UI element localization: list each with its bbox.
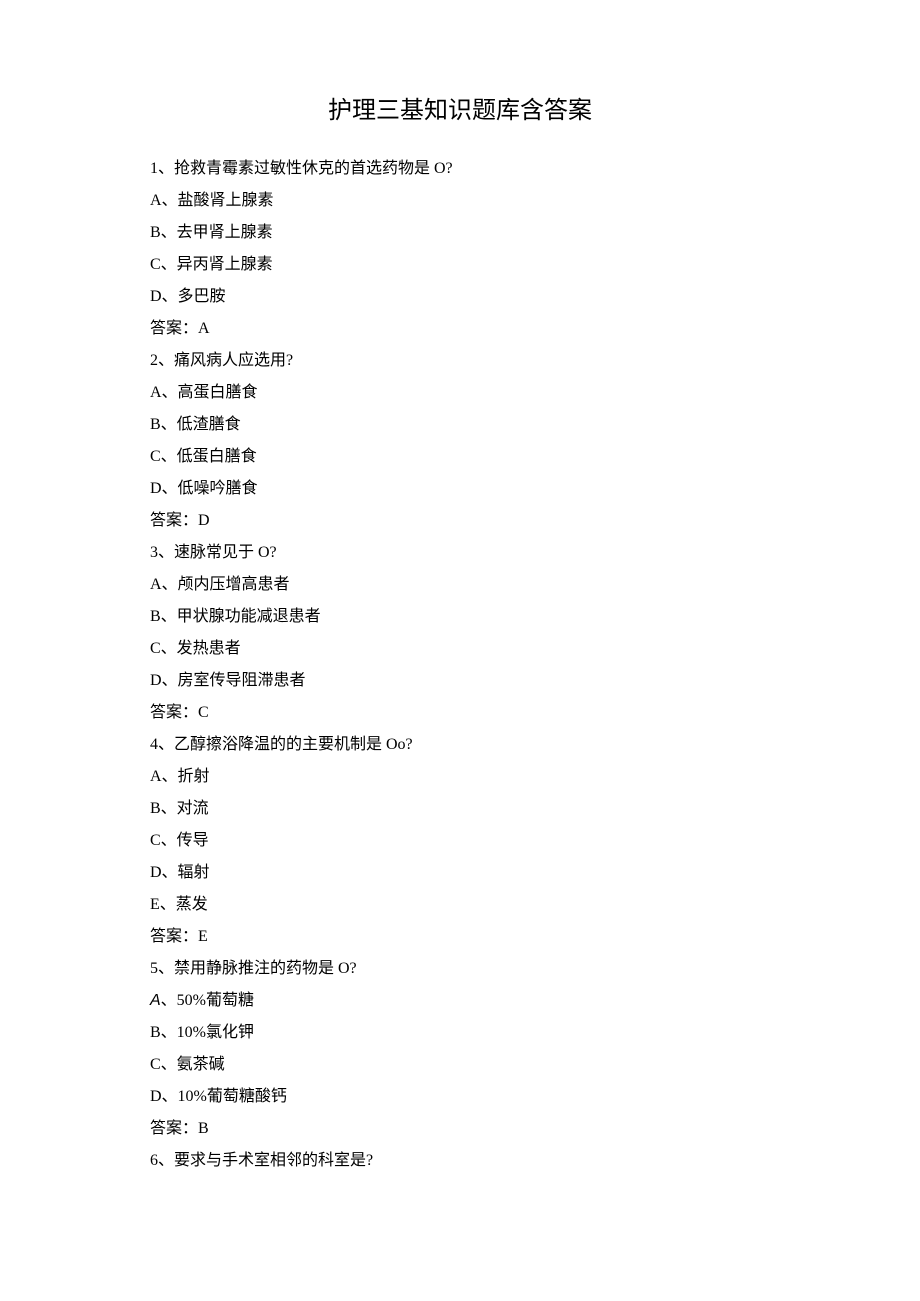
question-answer: 答案：A [150,313,770,345]
question-answer: 答案：E [150,921,770,953]
question-option: D、10%葡萄糖酸钙 [150,1081,770,1113]
question-option: B、10%氯化钾 [150,1017,770,1049]
question-option: A、盐酸肾上腺素 [150,185,770,217]
question-option: A、50%葡萄糖 [150,985,770,1017]
option-prefix: A [150,992,161,1009]
question-option: B、甲状腺功能减退患者 [150,601,770,633]
question-option: C、异丙肾上腺素 [150,249,770,281]
question-answer: 答案：C [150,697,770,729]
question-stem: 4、乙醇擦浴降温的的主要机制是 Oo? [150,729,770,761]
question-option: C、低蛋白膳食 [150,441,770,473]
question-stem: 5、禁用静脉推注的药物是 O? [150,953,770,985]
question-stem: 1、抢救青霉素过敏性休克的首选药物是 O? [150,153,770,185]
question-option: C、传导 [150,825,770,857]
question-option: A、高蛋白膳食 [150,377,770,409]
question-option: D、多巴胺 [150,281,770,313]
question-option: D、低噪吟膳食 [150,473,770,505]
question-stem: 3、速脉常见于 O? [150,537,770,569]
question-option: B、低渣膳食 [150,409,770,441]
question-option: A、折射 [150,761,770,793]
question-option: D、房室传导阻滞患者 [150,665,770,697]
question-option: C、氨茶碱 [150,1049,770,1081]
question-stem: 2、痛风病人应选用? [150,345,770,377]
question-option: D、辐射 [150,857,770,889]
question-answer: 答案：B [150,1113,770,1145]
option-rest: 、50%葡萄糖 [161,992,254,1009]
question-option: A、颅内压增高患者 [150,569,770,601]
question-option: E、蒸发 [150,889,770,921]
question-option: B、对流 [150,793,770,825]
question-stem: 6、要求与手术室相邻的科室是? [150,1145,770,1177]
page-title: 护理三基知识题库含答案 [150,90,770,125]
question-option: C、发热患者 [150,633,770,665]
question-option: B、去甲肾上腺素 [150,217,770,249]
question-answer: 答案：D [150,505,770,537]
